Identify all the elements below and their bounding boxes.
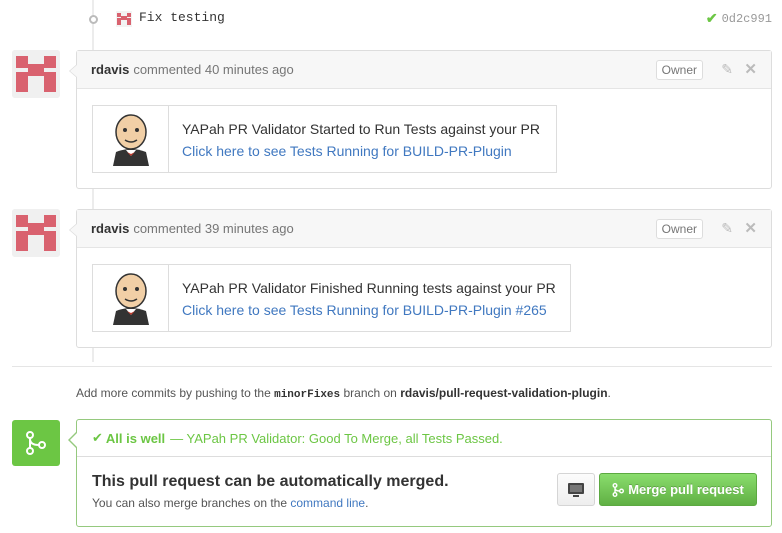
desktop-icon [568, 482, 584, 497]
merge-title: This pull request can be automatically m… [92, 473, 449, 490]
comment-timestamp[interactable]: 39 minutes ago [205, 221, 294, 236]
comment-header: rdavis commented 40 minutes ago Owner ✎ … [77, 51, 771, 89]
avatar[interactable] [12, 209, 60, 257]
pencil-icon[interactable]: ✎ [721, 61, 733, 78]
pencil-icon[interactable]: ✎ [721, 220, 733, 237]
build-link[interactable]: Click here to see Tests Running for BUIL… [182, 140, 540, 162]
avatar[interactable] [12, 50, 60, 98]
merge-subtitle-suffix: . [365, 496, 369, 510]
owner-badge: Owner [655, 219, 703, 239]
divider [12, 366, 772, 367]
merge-icon [612, 482, 625, 497]
close-icon[interactable]: ✕ [744, 219, 757, 237]
comment-action: commented [133, 62, 202, 77]
comment: rdavis commented 40 minutes ago Owner ✎ … [69, 50, 772, 189]
build-status-card: YAPah PR Validator Finished Running test… [92, 264, 571, 332]
build-status-text: YAPah PR Validator Finished Running test… [182, 280, 556, 296]
commit-message[interactable]: Fix testing [139, 10, 225, 25]
merge-status-ok: All is well [105, 430, 166, 446]
merge-status: ✔ All is well — YAPah PR Validator: Good… [77, 420, 771, 457]
merge-button-label: Merge pull request [628, 482, 744, 497]
commit-row: Fix testing ✔ 0d2c991 [0, 0, 782, 36]
merge-pull-request-button[interactable]: Merge pull request [599, 473, 757, 506]
push-note-suffix: . [607, 386, 611, 400]
merge-subtitle-prefix: You can also merge branches on the [92, 496, 288, 510]
merge-status-detail: — YAPah PR Validator: Good To Merge, all… [170, 430, 503, 446]
commit-sha[interactable]: 0d2c991 [722, 12, 772, 26]
commit-node-icon [84, 12, 102, 26]
merge-subtitle: You can also merge branches on the comma… [92, 496, 368, 510]
jenkins-logo [93, 106, 169, 172]
merge-icon [12, 420, 60, 466]
command-line-link[interactable]: command line [290, 496, 365, 510]
comment-author[interactable]: rdavis [91, 62, 129, 77]
commit-author-avatar[interactable] [116, 11, 132, 27]
build-status-card: YAPah PR Validator Started to Run Tests … [92, 105, 557, 173]
check-icon: ✔ [92, 430, 103, 445]
branch-name[interactable]: minorFixes [274, 389, 340, 401]
push-note-prefix: Add more commits by pushing to the [76, 386, 271, 400]
comment-action: commented [133, 221, 202, 236]
repo-name[interactable]: rdavis/pull-request-validation-plugin [400, 386, 607, 400]
close-icon[interactable]: ✕ [744, 60, 757, 78]
open-desktop-button[interactable] [557, 473, 595, 506]
merge-panel: ✔ All is well — YAPah PR Validator: Good… [68, 419, 772, 527]
push-note-middle: branch on [343, 386, 397, 400]
comment-author[interactable]: rdavis [91, 221, 129, 236]
owner-badge: Owner [655, 60, 703, 80]
comment-timestamp[interactable]: 40 minutes ago [205, 62, 294, 77]
jenkins-logo [93, 265, 169, 331]
build-link[interactable]: Click here to see Tests Running for BUIL… [182, 299, 556, 321]
push-note: Add more commits by pushing to the minor… [76, 386, 611, 401]
comment-header: rdavis commented 39 minutes ago Owner ✎ … [77, 210, 771, 248]
comment: rdavis commented 39 minutes ago Owner ✎ … [69, 209, 772, 348]
commit-status: ✔ 0d2c991 [706, 10, 772, 27]
build-status-text: YAPah PR Validator Started to Run Tests … [182, 121, 540, 137]
check-icon[interactable]: ✔ [706, 10, 718, 27]
